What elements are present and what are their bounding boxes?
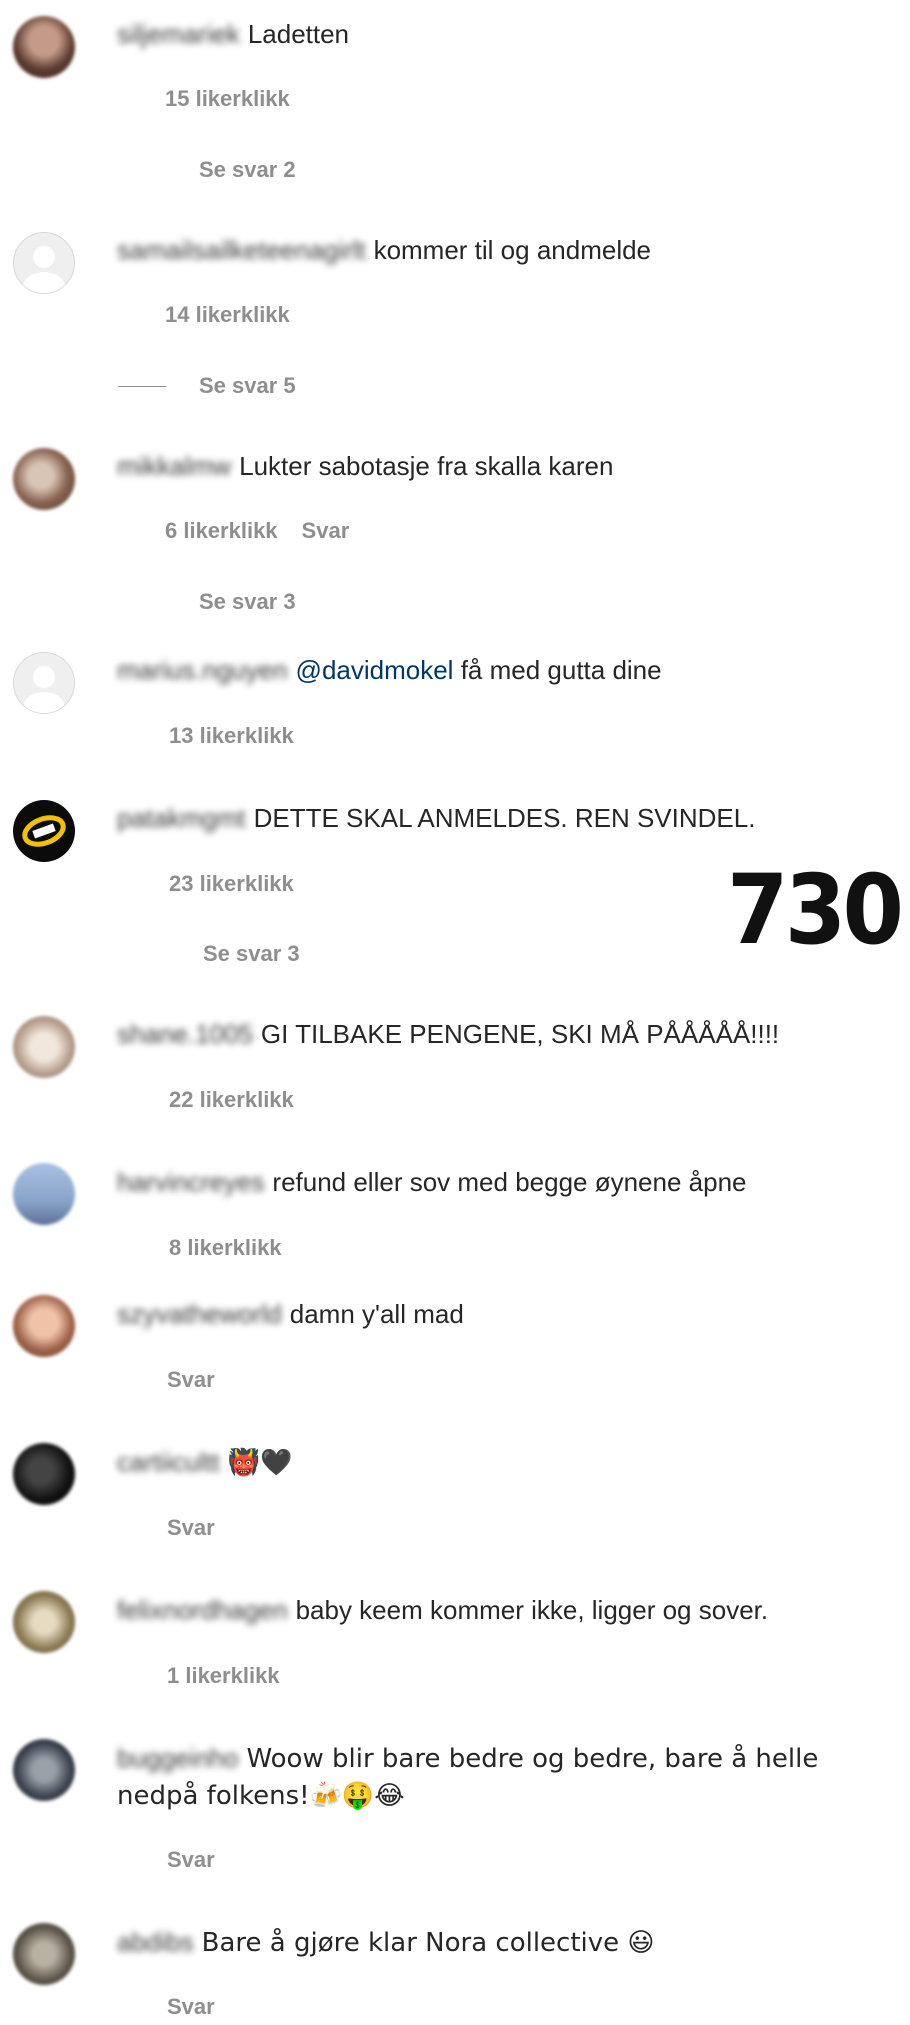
comment-text: Bare å gjøre klar Nora collective 😃 (201, 1928, 655, 1958)
comment-text: DETTE SKAL ANMELDES. REN SVINDEL. (253, 803, 756, 833)
likes-count[interactable]: 15 likerklikk (165, 86, 290, 111)
avatar[interactable] (13, 1016, 75, 1078)
comment-body: szyvatheworld damn y'all mad (117, 1296, 870, 1332)
see-replies-button[interactable]: Se svar 5 (199, 373, 296, 399)
comment-meta: 13 likerklikk (169, 723, 294, 749)
comment-meta: 14 likerklikk (165, 302, 290, 328)
comment-text: 👹🖤 (227, 1448, 293, 1478)
username[interactable]: patakmgmt (117, 803, 246, 833)
comment-meta: 22 likerklikk (169, 1087, 294, 1113)
reply-button[interactable]: Svar (167, 1847, 215, 1872)
likes-count[interactable]: 14 likerklikk (165, 302, 290, 327)
reply-button[interactable]: Svar (167, 1994, 215, 2019)
avatar[interactable] (13, 232, 75, 294)
comment-body: felixnordhagen baby keem kommer ikke, lig… (117, 1592, 870, 1628)
comment-body: patakmgmt DETTE SKAL ANMELDES. REN SVINDE… (117, 800, 870, 836)
likes-count[interactable]: 23 likerklikk (169, 871, 294, 896)
comment-meta: 6 likerklikk Svar (165, 518, 349, 544)
comment-text: Lukter sabotasje fra skalla karen (239, 451, 614, 481)
avatar[interactable] (13, 1163, 75, 1225)
likes-count[interactable]: 13 likerklikk (169, 723, 294, 748)
comment-text: damn y'all mad (289, 1299, 464, 1329)
comment-meta: Svar (167, 1994, 215, 2020)
comment-meta: Svar (167, 1367, 215, 1393)
username[interactable]: mikkalmw (117, 451, 231, 481)
avatar[interactable] (13, 1923, 75, 1985)
likes-count[interactable]: 22 likerklikk (169, 1087, 294, 1112)
username[interactable]: samailsailketeenagirlt (117, 235, 366, 265)
avatar[interactable] (13, 448, 75, 510)
comment-text: få med gutta dine (460, 655, 662, 685)
avatar[interactable] (13, 1591, 75, 1653)
see-replies-button[interactable]: Se svar 3 (199, 589, 296, 615)
comment-body: buggeinho Woow blir bare bedre og bedre, … (117, 1740, 870, 1814)
comment-meta: Svar (167, 1847, 215, 1873)
see-replies-button[interactable]: Se svar 3 (203, 941, 300, 967)
avatar[interactable] (13, 800, 75, 862)
avatar[interactable] (13, 1443, 75, 1505)
username[interactable]: siljemariek (117, 19, 240, 49)
comment-body: harvincreyes refund eller sov med begge ø… (117, 1164, 870, 1200)
comment-meta: 8 likerklikk (169, 1235, 282, 1261)
reply-button[interactable]: Svar (167, 1515, 215, 1540)
username[interactable]: marius.nguyen (117, 655, 288, 685)
avatar[interactable] (13, 652, 75, 714)
username[interactable]: harvincreyes (117, 1167, 264, 1197)
comment-body: mikkalmw Lukter sabotasje fra skalla kare… (117, 448, 870, 484)
comment-body: siljemariek Ladetten (117, 16, 870, 52)
username[interactable]: buggeinho (117, 1743, 238, 1773)
avatar[interactable] (13, 1295, 75, 1357)
likes-count[interactable]: 8 likerklikk (169, 1235, 282, 1260)
replies-divider (118, 386, 166, 387)
reply-button[interactable]: Svar (167, 1367, 215, 1392)
avatar[interactable] (13, 1739, 75, 1801)
avatar[interactable] (13, 16, 75, 78)
mention-link[interactable]: @davidmokel (296, 655, 454, 685)
comment-text: refund eller sov med begge øynene åpne (272, 1167, 747, 1197)
comment-text: baby keem kommer ikke, ligger og sover. (295, 1595, 769, 1625)
comment-text: GI TILBAKE PENGENE, SKI MÅ PÅÅÅÅÅ!!!! (260, 1019, 780, 1049)
comment-body: abdibs Bare å gjøre klar Nora collective … (117, 1924, 870, 1961)
overlay-counter: 730 (727, 854, 904, 966)
username[interactable]: abdibs (117, 1927, 194, 1957)
see-replies-button[interactable]: Se svar 2 (199, 157, 296, 183)
comment-meta: Svar (167, 1515, 215, 1541)
comment-meta: 23 likerklikk (169, 871, 294, 897)
username[interactable]: cartiicultt (117, 1447, 220, 1477)
brand-logo-icon (22, 815, 66, 847)
likes-count[interactable]: 6 likerklikk (165, 518, 278, 543)
likes-count[interactable]: 1 likerklikk (167, 1663, 280, 1688)
comment-body: samailsailketeenagirlt kommer til og andm… (117, 232, 870, 268)
reply-button[interactable]: Svar (302, 518, 350, 543)
comment-body: shane.1005 GI TILBAKE PENGENE, SKI MÅ PÅÅ… (117, 1016, 870, 1052)
comment-meta: 15 likerklikk (165, 86, 290, 112)
comment-body: marius.nguyen @davidmokel få med gutta di… (117, 652, 870, 688)
comment-text: kommer til og andmelde (373, 235, 652, 265)
comment-meta: 1 likerklikk (167, 1663, 280, 1689)
username[interactable]: felixnordhagen (117, 1595, 288, 1625)
comment-text: Ladetten (247, 19, 350, 49)
comment-body: cartiicultt 👹🖤 (117, 1444, 870, 1481)
username[interactable]: shane.1005 (117, 1019, 253, 1049)
username[interactable]: szyvatheworld (117, 1299, 282, 1329)
